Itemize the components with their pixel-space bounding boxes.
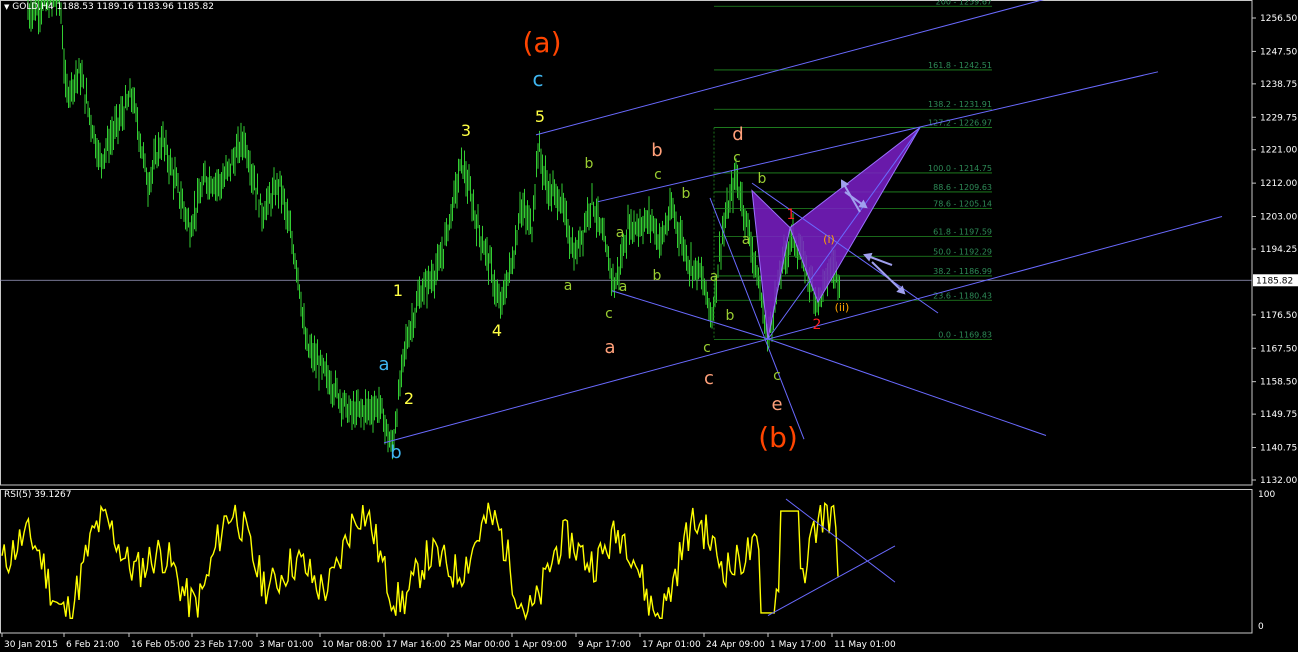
time-tick-label: 1 Apr 09:00	[514, 640, 567, 650]
wave-label: b	[651, 140, 662, 161]
wave-label: (ii)	[835, 301, 850, 314]
fib-level-label: 61.8 - 1197.59	[933, 228, 992, 237]
wave-label: (b)	[758, 421, 798, 454]
price-tick-label: 1203.00	[1260, 213, 1297, 223]
wave-label: 2	[404, 389, 414, 408]
time-tick-label: 11 May 01:00	[834, 640, 896, 650]
candles-group	[27, 0, 840, 460]
symbol-label: GOLD,H4	[12, 2, 54, 12]
wave-label: b	[390, 442, 401, 463]
fib-level-label: 38.2 - 1186.99	[933, 267, 992, 276]
fib-level-label: 50.0 - 1192.29	[933, 247, 992, 256]
time-tick-label: 30 Jan 2015	[4, 640, 58, 650]
wave-label: 1	[393, 281, 403, 300]
time-tick-label: 9 Apr 17:00	[578, 640, 631, 650]
time-tick-label: 17 Mar 16:00	[386, 640, 446, 650]
time-tick-label: 10 Mar 08:00	[322, 640, 382, 650]
gold-h4-chart: 1256.50 1247.50 1238.75 1229.75 1221.00 1212.…	[0, 0, 1298, 652]
fib-level-label: 138.2 - 1231.91	[928, 100, 992, 109]
price-tick-label: 1132.00	[1260, 476, 1297, 486]
fib-level-label: 200 - 1259.67	[936, 0, 992, 6]
wave-label: a	[378, 354, 389, 375]
time-tick-label: 23 Feb 17:00	[194, 640, 253, 650]
triangle-extension-line	[767, 338, 1047, 436]
wave-label: a	[616, 225, 625, 241]
price-tick-label: 1140.75	[1260, 444, 1297, 454]
wave-label: b	[653, 268, 662, 284]
time-tick-label: 16 Feb 05:00	[131, 640, 190, 650]
rsi-tick-label: 0	[1258, 622, 1264, 632]
price-tick-label: 1176.50	[1260, 311, 1297, 321]
price-tick-label: 1229.75	[1260, 113, 1297, 123]
wave-label: b	[758, 171, 767, 187]
triangle-down-icon[interactable]: ▼	[4, 3, 9, 11]
time-tick-label: 25 Mar 00:00	[450, 640, 510, 650]
wave-label: (i)	[823, 233, 835, 246]
price-tick-label: 1247.50	[1260, 47, 1297, 57]
time-tick-label: 6 Feb 21:00	[66, 640, 120, 650]
wave-label: b	[682, 186, 691, 202]
wave-label: a	[619, 279, 628, 295]
time-tick-label: 17 Apr 01:00	[642, 640, 701, 650]
wave-label: e	[771, 394, 782, 415]
rsi-trendline-bottom	[767, 545, 896, 617]
price-tick-label: 1212.00	[1260, 179, 1297, 189]
time-tick-label: 3 Mar 01:00	[259, 640, 314, 650]
fib-level-label: 0.0 - 1169.83	[938, 331, 992, 340]
wave-label: (a)	[522, 26, 561, 59]
wave-label: a	[604, 337, 615, 358]
wave-label: a	[564, 278, 573, 294]
time-tick-label: 1 May 17:00	[770, 640, 826, 650]
wave-label: c	[605, 306, 613, 322]
fib-level-label: 88.6 - 1209.63	[933, 183, 992, 192]
price-tick-label: 1158.50	[1260, 378, 1297, 388]
wave-label: b	[585, 156, 594, 172]
price-tick-label: 1194.25	[1260, 245, 1297, 255]
rsi-title: RSI(5) 39.1267	[4, 490, 72, 500]
wave-label: 2	[813, 317, 822, 333]
ohlc-values: 1188.53 1189.16 1183.96 1185.82	[56, 2, 214, 12]
wave-label: 3	[461, 121, 471, 140]
wave-label: c	[654, 167, 662, 183]
fib-level-label: 78.6 - 1205.14	[933, 200, 992, 209]
wave-label: c	[704, 368, 714, 389]
wave-label: 4	[492, 321, 502, 340]
price-tick-label: 1238.75	[1260, 80, 1297, 90]
rsi-line	[1, 501, 839, 621]
wave-label: c	[773, 368, 781, 384]
current-price-label: 1185.82	[1256, 276, 1293, 286]
wave-label: a	[710, 269, 719, 285]
wave-label: 5	[535, 107, 545, 126]
wave-label: 1	[787, 207, 796, 223]
fib-level-label: 161.8 - 1242.51	[928, 61, 992, 70]
price-tick-label: 1256.50	[1260, 14, 1297, 24]
fib-level-label: 100.0 - 1214.75	[928, 164, 992, 173]
wave-label: c	[533, 67, 544, 91]
wave-label: a	[742, 232, 751, 248]
rsi-tick-label: 100	[1258, 490, 1275, 500]
arrow-icon	[871, 261, 905, 294]
chart-canvas: 1256.50 1247.50 1238.75 1229.75 1221.00 1212.…	[0, 0, 1298, 650]
time-tick-label: 24 Apr 09:00	[706, 640, 765, 650]
triangle-lower-line	[611, 290, 769, 340]
price-tick-label: 1167.50	[1260, 344, 1297, 354]
wave-label: d	[732, 124, 743, 145]
price-tick-label: 1221.00	[1260, 146, 1297, 156]
arrowhead-icon	[863, 252, 873, 262]
price-tick-label: 1149.75	[1260, 410, 1297, 420]
fib-group: 200 - 1259.67 161.8 - 1242.51 138.2 - 1231…	[713, 0, 992, 341]
wave-label: c	[733, 150, 741, 166]
wave-label: b	[726, 308, 735, 324]
chart-header: ▼ GOLD,H4 1188.53 1189.16 1183.96 1185.8…	[4, 2, 214, 12]
wave-label: c	[703, 340, 711, 356]
